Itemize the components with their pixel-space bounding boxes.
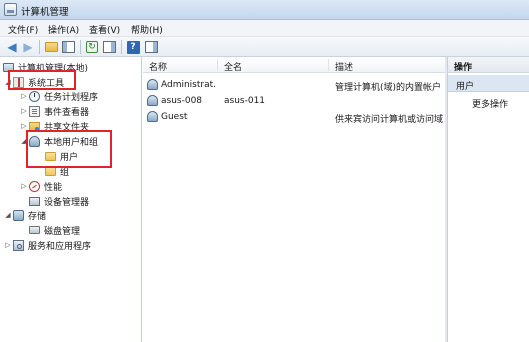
show-hide-tree-button[interactable] bbox=[61, 40, 75, 54]
tree-item-storage[interactable]: ◢ 存储 bbox=[3, 208, 46, 222]
actions-pane: 操作 用户 更多操作 bbox=[447, 57, 529, 342]
storage-icon bbox=[13, 209, 24, 221]
up-folder-button[interactable] bbox=[44, 40, 58, 54]
column-header-fullname[interactable]: 全名 bbox=[224, 60, 242, 73]
list-row-asus[interactable]: asus-008 asus-011 bbox=[143, 94, 447, 109]
tree-label: 存储 bbox=[28, 211, 47, 222]
services-icon bbox=[13, 239, 24, 251]
tree-label: 用户 bbox=[60, 152, 79, 163]
tree-label: 计算机管理(本地) bbox=[18, 63, 89, 74]
cell-fullname: asus-011 bbox=[224, 96, 266, 106]
tree-item-services-apps[interactable]: ▷ 服务和应用程序 bbox=[3, 238, 91, 252]
expand-arrow-icon[interactable]: ▷ bbox=[19, 182, 29, 190]
expand-arrow-icon[interactable]: ▷ bbox=[19, 92, 29, 100]
collapse-arrow-icon[interactable]: ◢ bbox=[3, 78, 13, 86]
computer-management-icon bbox=[4, 3, 17, 16]
cell-name: Administrat... bbox=[161, 80, 217, 90]
user-icon bbox=[147, 79, 158, 90]
users-group-icon bbox=[29, 135, 40, 147]
toolbar-separator bbox=[121, 40, 122, 54]
actions-header: 操作 bbox=[448, 57, 529, 73]
folder-icon bbox=[45, 151, 56, 161]
tree-label: 本地用户和组 bbox=[44, 137, 99, 148]
user-icon bbox=[147, 95, 158, 106]
expand-arrow-icon[interactable]: ▷ bbox=[19, 107, 29, 115]
menu-file[interactable]: 文件(F) bbox=[8, 23, 38, 36]
event-log-icon bbox=[29, 105, 40, 117]
refresh-icon: ↻ bbox=[86, 41, 98, 53]
forward-button[interactable]: ▶ bbox=[21, 40, 35, 54]
more-actions-link[interactable]: 更多操作 bbox=[472, 97, 508, 110]
toolbar-separator bbox=[39, 40, 40, 54]
actions-section-users[interactable]: 用户 bbox=[448, 75, 529, 92]
back-button[interactable]: ◀ bbox=[5, 40, 19, 54]
up-folder-icon bbox=[44, 42, 58, 52]
cell-name: asus-008 bbox=[161, 96, 203, 106]
tree-label: 系统工具 bbox=[28, 78, 65, 89]
menu-help[interactable]: 帮助(H) bbox=[131, 23, 163, 36]
column-divider[interactable] bbox=[328, 59, 329, 71]
user-icon bbox=[147, 111, 158, 122]
collapse-arrow-icon[interactable]: ◢ bbox=[19, 137, 29, 145]
expand-arrow-icon[interactable]: ▷ bbox=[3, 241, 13, 249]
computer-icon bbox=[3, 62, 14, 72]
forward-arrow-icon: ▶ bbox=[23, 40, 33, 54]
menu-action[interactable]: 操作(A) bbox=[48, 23, 79, 36]
collapse-arrow-icon[interactable]: ◢ bbox=[3, 211, 13, 219]
export-list-button[interactable] bbox=[102, 40, 116, 54]
tree-item-performance[interactable]: ▷ 性能 bbox=[19, 179, 62, 193]
column-header-name[interactable]: 名称 bbox=[149, 60, 167, 73]
help-icon: ? bbox=[126, 40, 140, 54]
tree-label: 事件查看器 bbox=[44, 107, 90, 118]
column-header-description[interactable]: 描述 bbox=[335, 60, 353, 73]
refresh-button[interactable]: ↻ bbox=[85, 40, 99, 54]
tree-label: 设备管理器 bbox=[44, 197, 90, 208]
cell-description: 管理计算机(域)的内置帐户 bbox=[335, 83, 442, 93]
title-bar: 计算机管理 bbox=[0, 0, 529, 20]
console-tree-icon bbox=[61, 41, 75, 53]
cell-name: Guest bbox=[161, 112, 188, 122]
menu-view[interactable]: 查看(V) bbox=[89, 23, 120, 36]
tree-item-device-manager[interactable]: 设备管理器 bbox=[29, 194, 89, 208]
action-pane-icon bbox=[144, 41, 158, 53]
export-list-icon bbox=[102, 41, 116, 53]
list-row-administrator[interactable]: Administrat... 管理计算机(域)的内置帐户 bbox=[143, 78, 447, 93]
tree-label: 组 bbox=[60, 167, 70, 178]
tree-item-shared-folders[interactable]: ▷ 共享文件夹 bbox=[19, 119, 89, 133]
toolbar-separator bbox=[80, 40, 81, 54]
tree-label: 性能 bbox=[44, 182, 63, 193]
tree-item-groups[interactable]: 组 bbox=[45, 164, 69, 178]
console-tree: 计算机管理(本地) ◢ 系统工具 ▷ 任务计划程序 ▷ 事件查看器 ▷ 共享文件… bbox=[0, 57, 142, 342]
column-divider[interactable] bbox=[217, 59, 218, 71]
cell-description: 供来宾访问计算机或访问域的 bbox=[335, 115, 443, 125]
list-row-guest[interactable]: Guest 供来宾访问计算机或访问域的 bbox=[143, 110, 447, 125]
performance-icon bbox=[29, 180, 40, 192]
window-title: 计算机管理 bbox=[21, 7, 69, 18]
menu-bar: 文件(F) 操作(A) 查看(V) 帮助(H) bbox=[0, 20, 529, 37]
tree-item-root[interactable]: 计算机管理(本地) bbox=[3, 60, 88, 74]
tree-label: 任务计划程序 bbox=[44, 92, 99, 103]
folder-icon bbox=[45, 166, 56, 176]
clock-icon bbox=[29, 90, 40, 102]
shared-folder-icon bbox=[29, 121, 40, 131]
user-list-pane: 名称 全名 描述 Administrat... 管理计算机(域)的内置帐户 as… bbox=[143, 57, 447, 342]
tree-item-users[interactable]: 用户 bbox=[45, 149, 78, 163]
expand-arrow-icon[interactable]: ▷ bbox=[19, 122, 29, 130]
device-manager-icon bbox=[29, 196, 40, 206]
tree-label: 服务和应用程序 bbox=[28, 241, 92, 252]
tree-item-event-viewer[interactable]: ▷ 事件查看器 bbox=[19, 104, 89, 118]
tree-item-system-tools[interactable]: ◢ 系统工具 bbox=[3, 75, 64, 89]
back-arrow-icon: ◀ bbox=[7, 40, 17, 54]
tree-item-disk-management[interactable]: 磁盘管理 bbox=[29, 223, 80, 237]
disk-icon bbox=[29, 226, 40, 234]
toolbar: ◀ ▶ ↻ ? bbox=[0, 37, 529, 57]
tools-icon bbox=[13, 76, 24, 88]
tree-label: 共享文件夹 bbox=[44, 122, 90, 133]
list-header: 名称 全名 描述 bbox=[143, 57, 447, 73]
tree-item-task-scheduler[interactable]: ▷ 任务计划程序 bbox=[19, 89, 98, 103]
tree-item-local-users-groups[interactable]: ◢ 本地用户和组 bbox=[19, 134, 98, 148]
show-hide-action-pane-button[interactable] bbox=[144, 40, 158, 54]
help-button[interactable]: ? bbox=[126, 40, 140, 54]
tree-label: 磁盘管理 bbox=[44, 226, 81, 237]
